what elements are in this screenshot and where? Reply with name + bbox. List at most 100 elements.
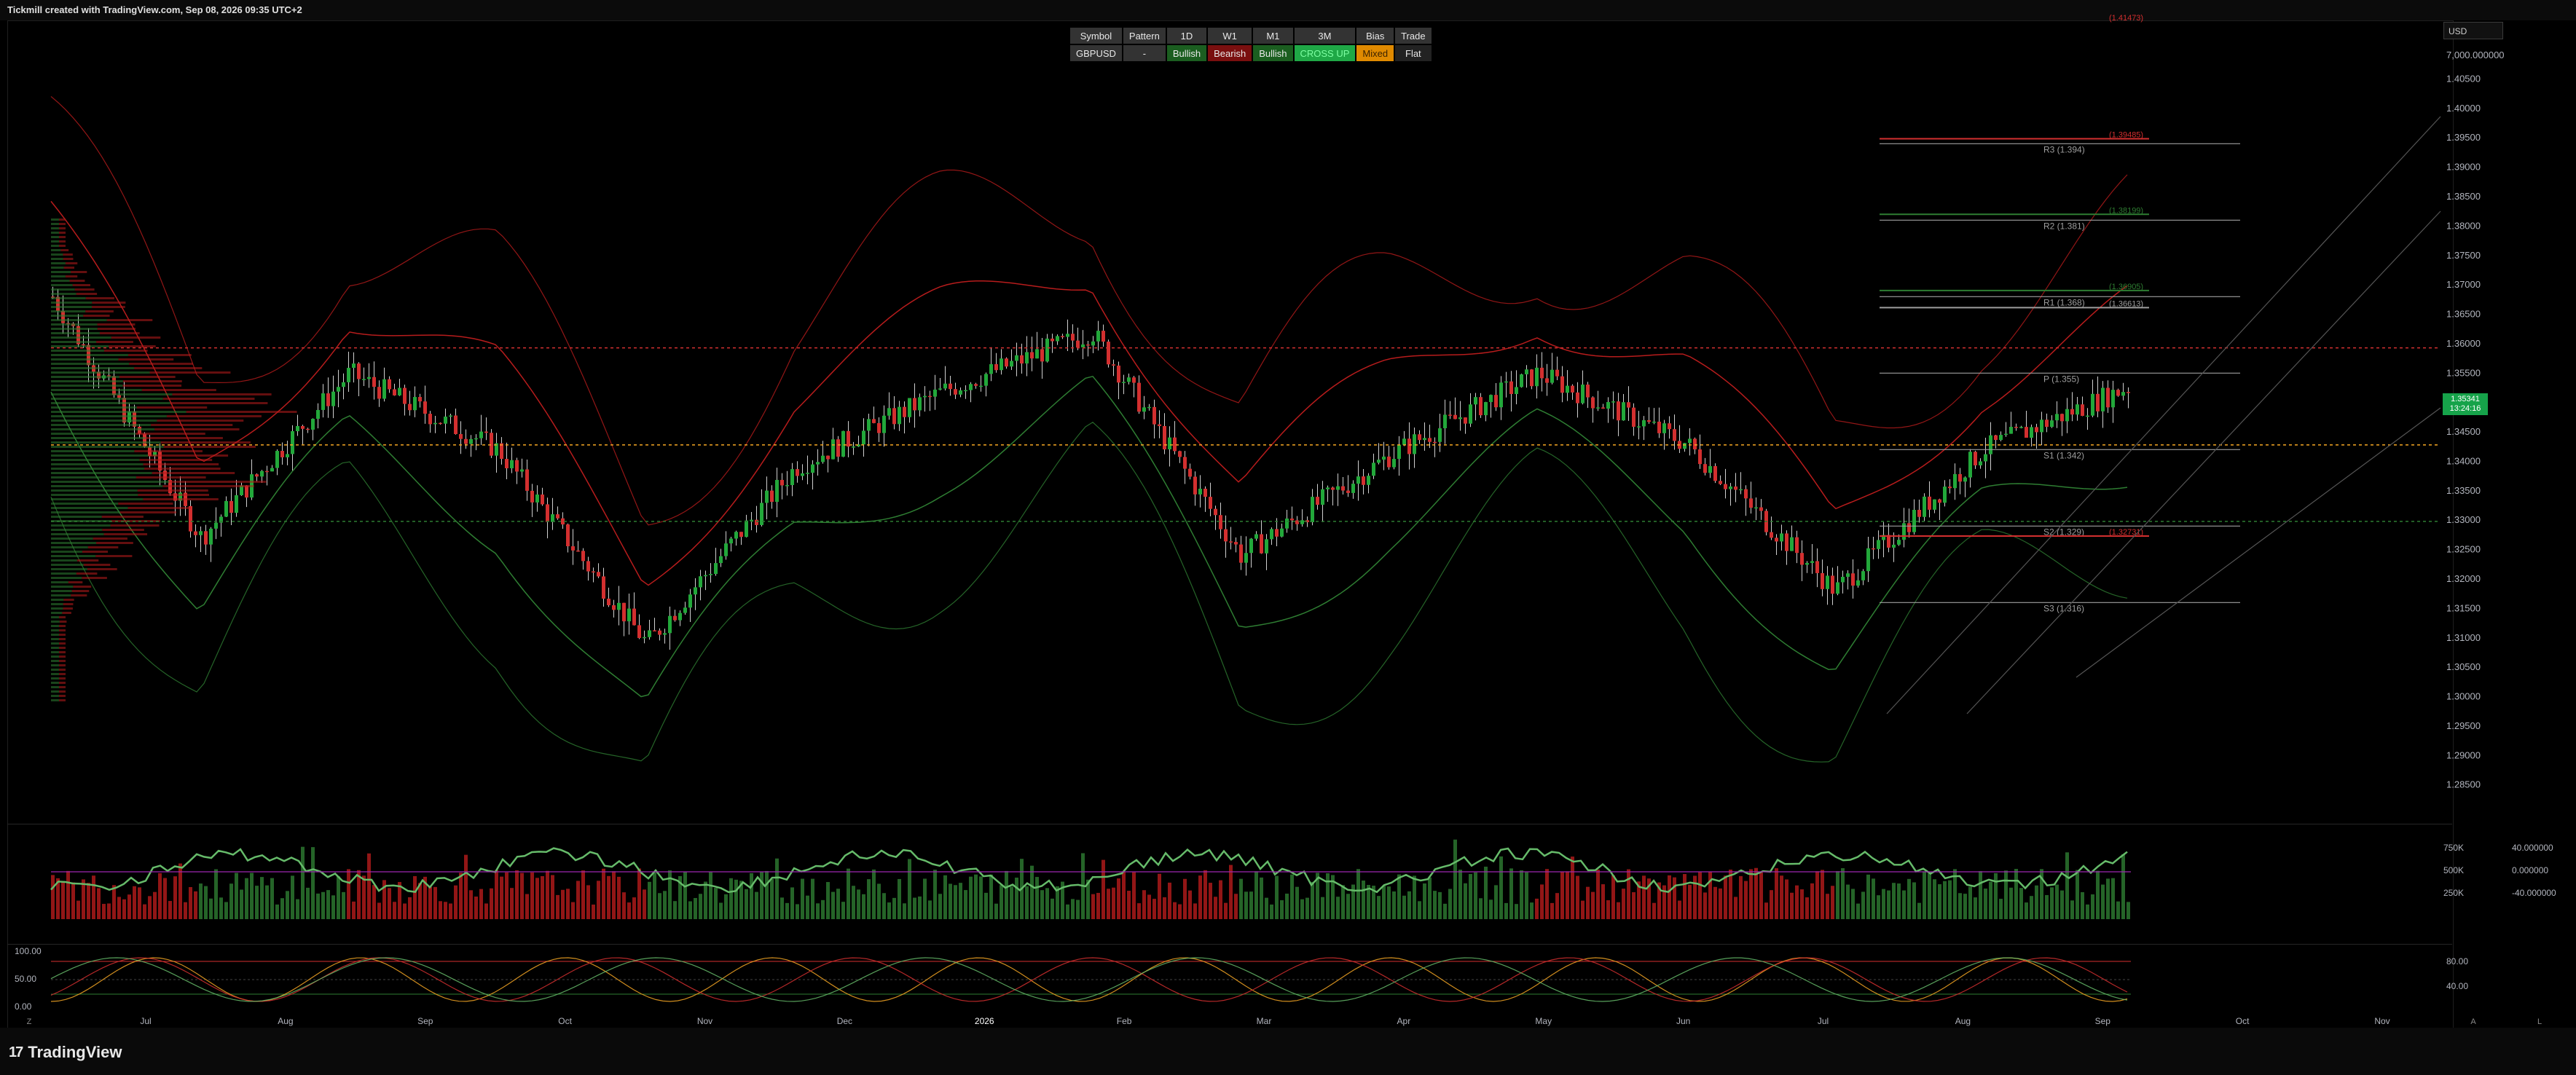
volume-profile-down-bar — [138, 494, 210, 496]
volume-profile-up-bar — [51, 542, 97, 544]
volume-bar — [1499, 856, 1503, 919]
candle-body — [801, 473, 804, 476]
candle-body — [1096, 331, 1100, 342]
signal-value-4: Bullish — [1253, 45, 1293, 61]
candle-body — [1198, 489, 1202, 495]
volume-profile-up-bar — [51, 660, 59, 662]
volume-bar — [1892, 883, 1896, 919]
volume-profile-down-bar — [59, 690, 66, 693]
currency-selector[interactable]: USD — [2443, 22, 2503, 39]
volume-profile-down-bar — [59, 223, 66, 225]
volume-profile-down-bar — [103, 533, 148, 535]
volume-profile-down-bar — [186, 411, 297, 413]
volume-bar — [525, 894, 529, 919]
candle-body — [959, 390, 962, 395]
volume-bar — [2050, 887, 2054, 919]
volume-bar — [71, 882, 75, 919]
candle-body — [1810, 561, 1814, 563]
volume-bar — [449, 903, 452, 919]
volume-profile-down-bar — [149, 371, 231, 374]
price-chart[interactable]: 1.40500 1.40000 1.39500 1.39000 1.38500 1.380… — [0, 0, 2576, 1075]
candle-body — [2096, 393, 2100, 412]
volume-profile-down-bar — [136, 476, 206, 479]
candle-body — [459, 433, 463, 439]
volume-bar — [1035, 877, 1039, 919]
y-tick-label: 1.40000 — [2446, 103, 2481, 114]
volume-profile-down-bar — [162, 398, 255, 400]
volume-bar — [1673, 877, 1676, 919]
volume-bar — [1989, 881, 1992, 919]
volume-bar — [1974, 897, 1977, 919]
candle-body — [831, 439, 835, 460]
volume-bar — [520, 873, 524, 919]
volume-bar — [663, 891, 667, 919]
candle-body — [1260, 534, 1263, 554]
volume-bar — [1127, 891, 1131, 919]
signal-value-1: - — [1123, 45, 1166, 61]
y-tick-label: 1.36000 — [2446, 338, 2481, 349]
candle-body — [1219, 515, 1222, 529]
volume-profile-down-bar — [69, 280, 85, 282]
signal-table: Symbol Pattern 1D W1 M1 3M Bias Trade GBPUSD - Bu… — [1069, 26, 1433, 63]
volume-profile-up-bar — [51, 529, 103, 531]
candle-body — [204, 531, 208, 545]
pivot-level-label: R1 (1.368) — [2043, 297, 2085, 307]
volume-bar — [301, 846, 305, 919]
volume-bar — [1356, 869, 1360, 919]
candle-body — [841, 430, 845, 457]
candle-body — [428, 414, 432, 425]
candle-body — [2060, 414, 2064, 422]
candle-body — [1581, 385, 1585, 403]
y-tick-label: 1.31500 — [2446, 602, 2481, 613]
volume-profile-down-bar — [102, 529, 144, 531]
y-tick-label: 1.35500 — [2446, 367, 2481, 378]
volume-profile-down-bar — [92, 302, 126, 304]
candle-body — [1377, 460, 1381, 463]
volume-profile-up-bar — [51, 454, 149, 457]
candle-body — [1249, 538, 1253, 554]
volume-profile-down-bar — [97, 328, 136, 330]
volume-profile-down-bar — [93, 538, 127, 540]
candle-body — [209, 528, 213, 545]
volume-bar — [704, 881, 707, 919]
y-tick-label: 1.34000 — [2446, 455, 2481, 466]
volume-profile-up-bar — [51, 433, 136, 435]
marked-level-label: (1.41473) — [2109, 14, 2143, 23]
candle-body — [1907, 523, 1911, 532]
candle-body — [622, 602, 626, 622]
volume-bar — [857, 889, 860, 919]
tradingview-brand[interactable]: 17 TradingView — [9, 1043, 122, 1062]
candle-body — [923, 395, 927, 398]
candle-body — [291, 431, 294, 454]
candle-body — [1367, 476, 1370, 485]
volume-profile-down-bar — [59, 621, 67, 623]
volume-profile-up-bar — [51, 424, 152, 426]
volume-bar — [658, 893, 661, 919]
volume-profile-down-bar — [63, 267, 75, 269]
x-tick-label: Nov — [697, 1016, 712, 1026]
volume-profile-up-bar — [51, 350, 104, 352]
volume-bar — [1392, 891, 1396, 919]
pivot-level-label: S3 (1.316) — [2043, 603, 2084, 613]
volume-profile-down-bar — [59, 682, 66, 684]
candle-body — [1963, 477, 1967, 482]
candle-body — [342, 382, 345, 387]
candle-body — [2065, 409, 2069, 422]
volume-profile-down-bar — [63, 599, 74, 601]
volume-bar — [581, 870, 585, 919]
volume-bar — [1377, 896, 1381, 919]
volume-bar — [862, 894, 865, 919]
volume-profile-up-bar — [51, 516, 102, 518]
volume-bar — [826, 882, 830, 919]
volume-bar — [490, 888, 493, 919]
volume-bar — [337, 876, 340, 919]
volume-profile-up-bar — [51, 463, 144, 465]
candle-body — [581, 551, 585, 562]
volume-bar — [1102, 859, 1105, 919]
candle-body — [449, 415, 452, 417]
candle-body — [765, 490, 769, 503]
volume-bar — [1826, 894, 1829, 919]
volume-bar — [1265, 897, 1268, 919]
volume-bar — [938, 894, 942, 919]
volume-bar — [954, 885, 957, 919]
